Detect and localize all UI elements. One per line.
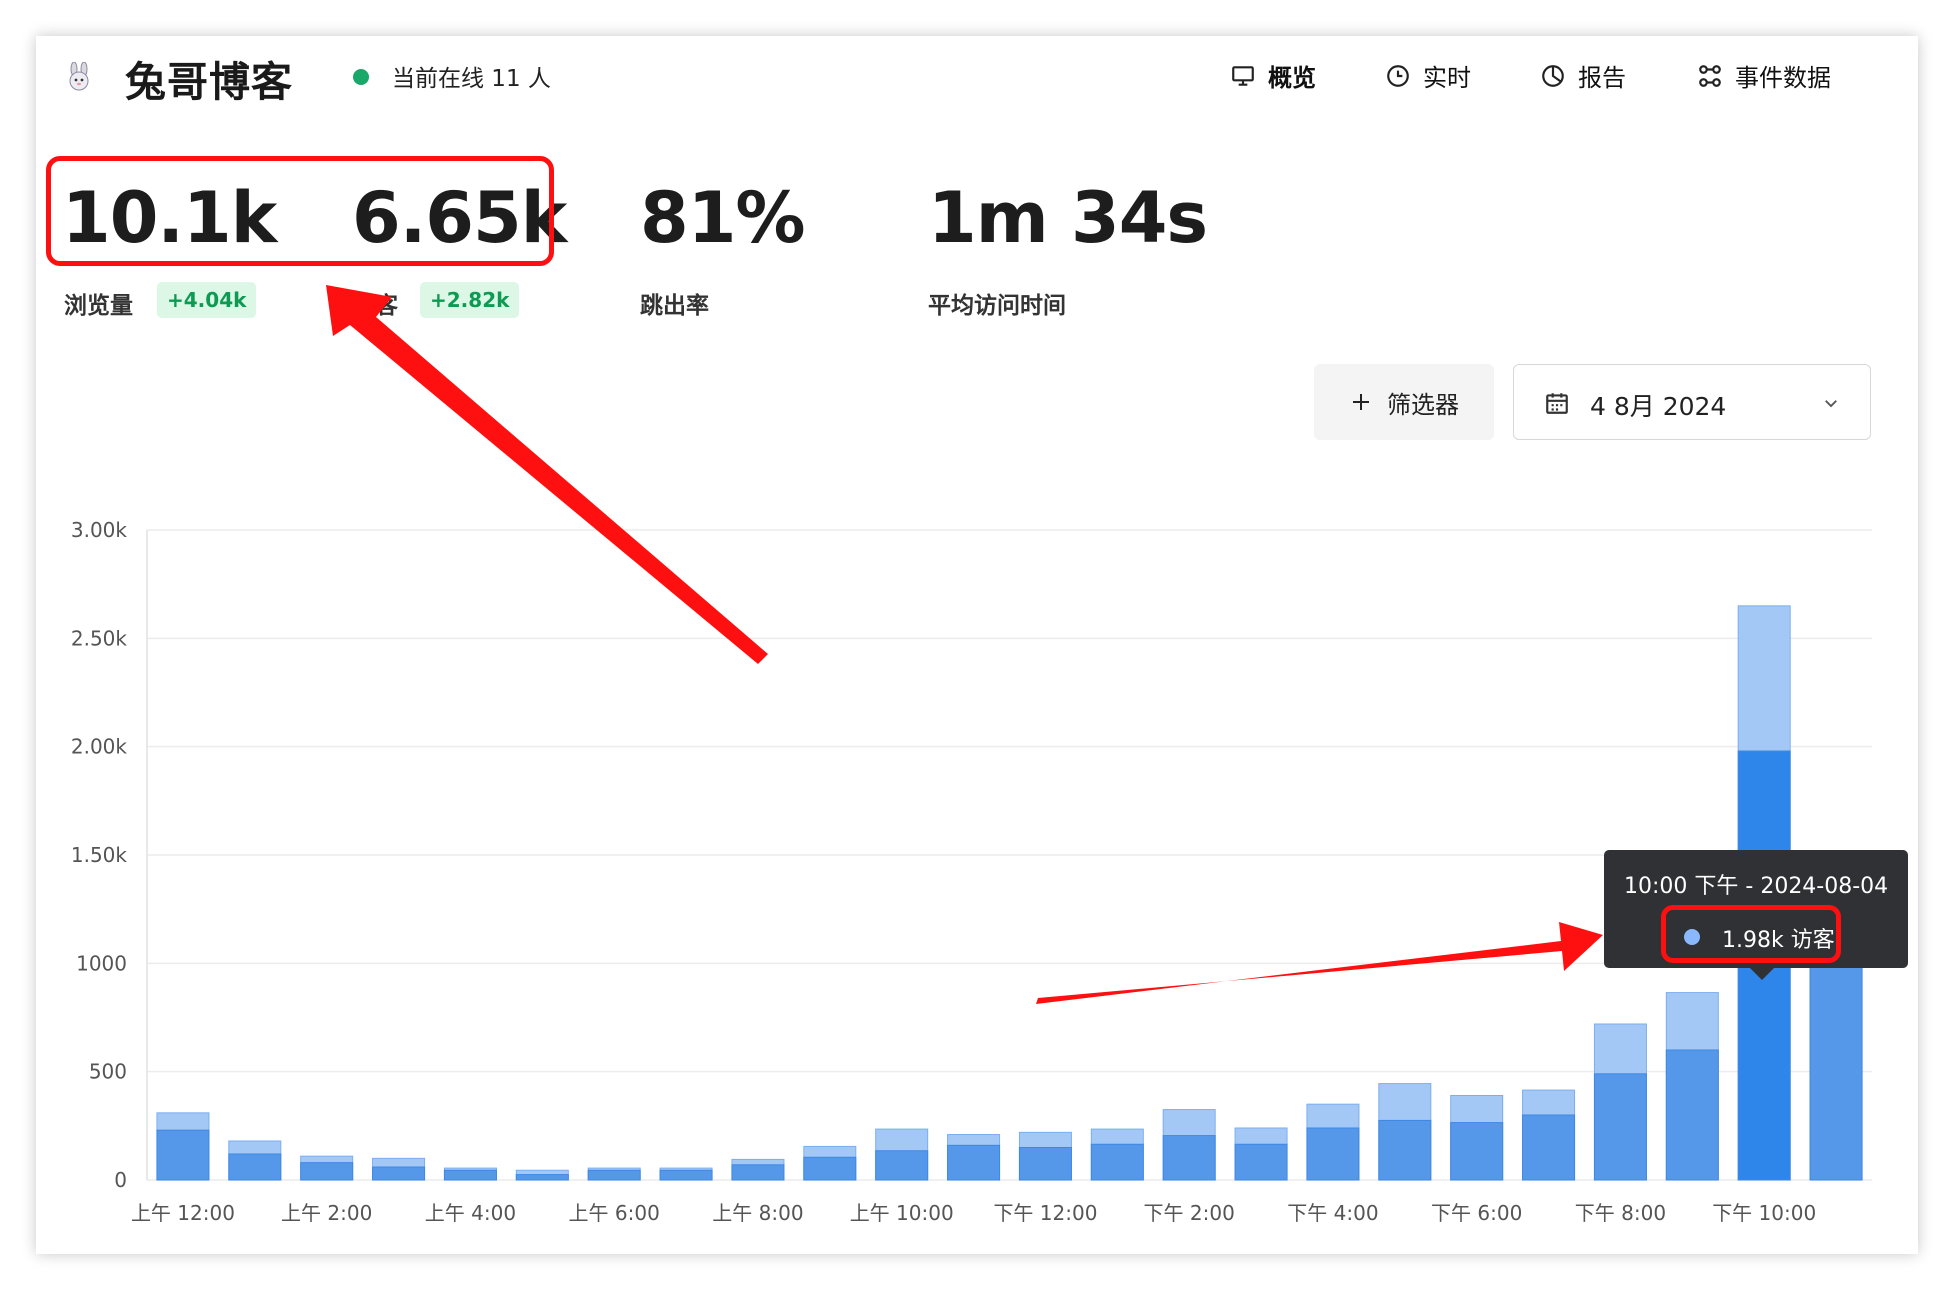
pageviews-bar-chart: 0 500 1000 1.50k 2.00k 2.50k 3.00k 上午 12:00 上午 2…: [71, 518, 1872, 1225]
y-tick-label: 3.00k: [71, 518, 128, 542]
tooltip-title: 10:00 下午 - 2024-08-04: [1624, 874, 1889, 899]
x-tick-label: 下午 12:00: [993, 1201, 1097, 1225]
visitors-bar: [372, 1166, 426, 1181]
y-tick-label: 2.00k: [71, 735, 128, 759]
visitors-bar: [1450, 1122, 1504, 1181]
visitors-bar: [1378, 1119, 1432, 1181]
visitors-bar: [659, 1169, 713, 1181]
visitors-bar: [587, 1169, 641, 1181]
x-tick-label: 上午 4:00: [425, 1201, 516, 1225]
visitors-bar: [1665, 1049, 1719, 1181]
visitors-bar: [1809, 962, 1863, 1181]
x-tick-label: 下午 6:00: [1431, 1201, 1522, 1225]
y-tick-label: 0: [114, 1168, 127, 1192]
x-tick-label: 下午 4:00: [1287, 1201, 1378, 1225]
x-tick-label: 下午 2:00: [1144, 1201, 1235, 1225]
visitors-bar: [803, 1156, 857, 1181]
visitors-bar: [228, 1153, 282, 1181]
y-tick-label: 1000: [76, 951, 127, 975]
y-tick-label: 2.50k: [71, 626, 128, 650]
tooltip-pointer: [1750, 968, 1774, 980]
x-tick-label: 上午 12:00: [131, 1201, 235, 1225]
visitors-bar: [300, 1162, 354, 1181]
x-tick-label: 上午 8:00: [712, 1201, 803, 1225]
x-tick-label: 下午 8:00: [1575, 1201, 1666, 1225]
y-tick-label: 1.50k: [71, 843, 128, 867]
visitors-bar: [443, 1169, 497, 1181]
visitors-bar: [1090, 1143, 1144, 1181]
visitors-bar: [875, 1150, 929, 1181]
visitors-bar: [1018, 1147, 1072, 1181]
x-tick-label: 下午 10:00: [1712, 1201, 1816, 1225]
x-tick-label: 上午 2:00: [281, 1201, 372, 1225]
visitors-bar: [1162, 1135, 1216, 1181]
y-tick-label: 500: [89, 1060, 127, 1084]
visitors-bar: [1522, 1114, 1576, 1181]
visitors-bar: [947, 1144, 1001, 1181]
x-tick-label: 上午 6:00: [569, 1201, 660, 1225]
visitors-bar: [1593, 1073, 1647, 1181]
tooltip-highlight-box: [1661, 905, 1841, 963]
visitors-bar: [1234, 1143, 1288, 1181]
visitors-bar: [515, 1174, 569, 1181]
visitors-bar: [1306, 1127, 1360, 1181]
x-tick-label: 上午 10:00: [850, 1201, 954, 1225]
visitors-bar: [731, 1164, 785, 1181]
visitors-bar: [156, 1129, 210, 1181]
